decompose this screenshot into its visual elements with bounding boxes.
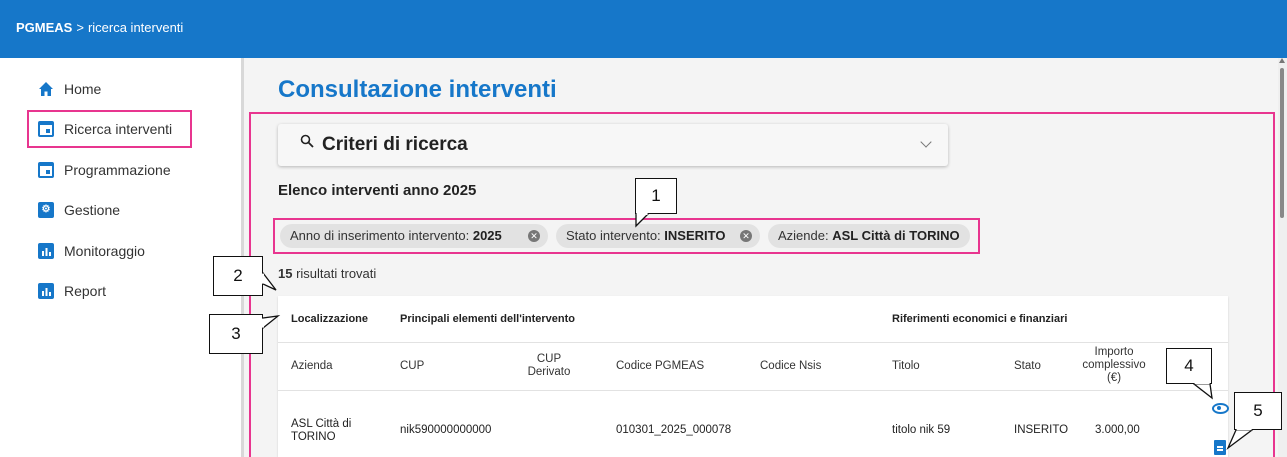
page-title: Consultazione interventi [278, 76, 557, 103]
cell-stato: INSERITO [1014, 424, 1069, 436]
sidebar-item-label: Report [64, 283, 107, 299]
column-header-cup: CUP [400, 360, 425, 372]
column-header-codice-pgmeas: Codice PGMEAS [616, 360, 705, 372]
callout-5: 5 [1234, 392, 1282, 430]
group-header-elementi: Principali elementi dell'intervento [400, 313, 575, 325]
highlight-selected-nav [27, 110, 192, 148]
remove-filter-icon[interactable]: ✕ [740, 230, 752, 242]
sidebar-item-label: Home [64, 81, 102, 97]
remove-filter-icon[interactable]: ✕ [528, 230, 540, 242]
cell-importo: 3.000,00 [1095, 424, 1140, 436]
calendar-icon [38, 162, 54, 178]
divider [278, 342, 1228, 343]
view-eye-icon[interactable] [1212, 403, 1229, 414]
column-header-stato: Stato [1014, 360, 1041, 372]
column-header-importo: Importo complessivo (€) [1082, 346, 1146, 384]
filter-chip-value: 2025 [472, 228, 502, 243]
cell-titolo: titolo nik 59 [892, 424, 951, 436]
filter-chip-label: Aziende: [778, 228, 829, 243]
results-number: 15 [278, 266, 293, 281]
sidebar-item-label: Monitoraggio [64, 243, 145, 259]
list-title: Elenco interventi anno 2025 [278, 182, 477, 199]
filter-chip-stato: Stato intervento: INSERITO ✕ [556, 224, 760, 248]
chart-icon [38, 283, 54, 299]
callout-3: 3 [209, 314, 263, 354]
sidebar-item-gestione[interactable]: ⚙ Gestione [0, 195, 244, 225]
document-icon[interactable] [1214, 440, 1226, 455]
column-header-azienda: Azienda [291, 360, 333, 372]
filter-chip-label: Anno di inserimento intervento: [290, 228, 470, 243]
home-icon [39, 82, 53, 96]
scrollbar-thumb[interactable] [1280, 68, 1284, 218]
filter-chip-label: Stato intervento: [566, 228, 661, 243]
sidebar-item-home[interactable]: Home [0, 74, 244, 104]
chart-icon [38, 243, 54, 259]
sidebar-item-report[interactable]: Report [0, 276, 244, 306]
results-text: risultati trovati [296, 266, 377, 281]
scroll-up-arrow-icon[interactable] [1279, 58, 1285, 63]
cell-azienda: ASL Città di TORINO [291, 418, 352, 443]
sidebar-item-programmazione[interactable]: Programmazione [0, 155, 244, 185]
callout-1: 1 [635, 178, 677, 214]
column-header-cup-derivato: CUP Derivato [527, 353, 571, 378]
filter-chip-aziende: Aziende: ASL Città di TORINO [768, 224, 970, 248]
breadcrumb-current: ricerca interventi [87, 20, 184, 35]
callout-2: 2 [213, 256, 263, 296]
search-icon [300, 134, 314, 148]
group-header-riferimenti: Riferimenti economici e finanziari [892, 313, 1068, 325]
filter-chip-value: ASL Città di TORINO [832, 228, 960, 243]
filter-chip-anno: Anno di inserimento intervento: 2025 ✕ [280, 224, 548, 248]
breadcrumb-separator: > [76, 20, 84, 35]
filter-chip-value: INSERITO [664, 228, 726, 243]
divider [278, 390, 1228, 391]
column-header-titolo: Titolo [892, 360, 920, 372]
breadcrumb-app[interactable]: PGMEAS [16, 20, 72, 35]
top-bar: PGMEAS > ricerca interventi [0, 0, 1287, 58]
chevron-down-icon[interactable] [920, 136, 932, 148]
search-criteria-panel[interactable]: Criteri di ricerca [278, 124, 948, 166]
column-header-codice-nsis: Codice Nsis [760, 360, 822, 372]
sidebar-item-label: Gestione [64, 202, 121, 218]
sidebar-item-monitoraggio[interactable]: Monitoraggio [0, 236, 244, 266]
breadcrumb: PGMEAS > ricerca interventi [16, 20, 183, 35]
group-header-localizzazione: Localizzazione [291, 313, 369, 325]
cell-codice-pgmeas: 010301_2025_000078 [616, 424, 732, 436]
sidebar-item-label: Programmazione [64, 162, 171, 178]
interventi-table: Localizzazione Principali elementi dell'… [278, 296, 1228, 457]
cell-cup: nik590000000000 [400, 424, 492, 436]
search-criteria-title: Criteri di ricerca [322, 134, 468, 155]
settings-icon: ⚙ [38, 202, 54, 218]
results-count: 15 risultati trovati [278, 266, 376, 281]
callout-4: 4 [1166, 348, 1212, 384]
